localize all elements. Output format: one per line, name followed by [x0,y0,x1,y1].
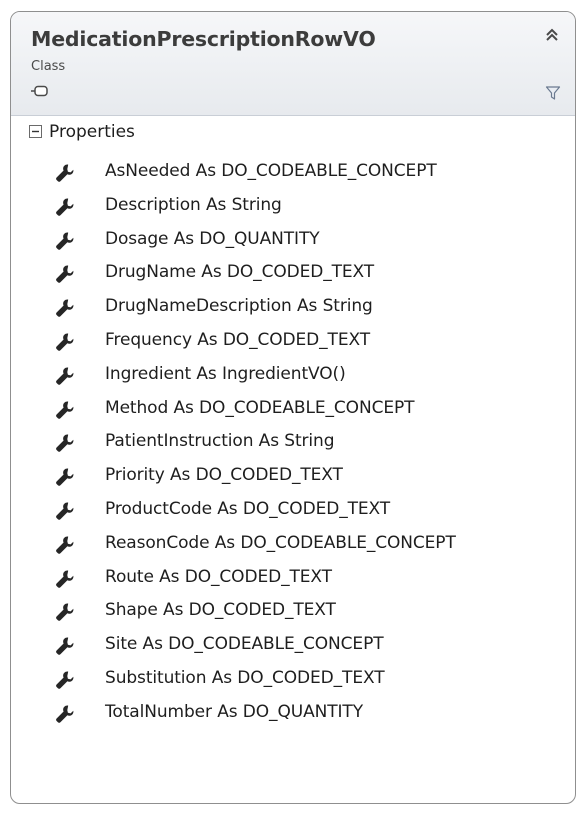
wrench-icon [56,705,74,723]
property-label: TotalNumber As DO_QUANTITY [105,701,363,722]
property-label: Dosage As DO_QUANTITY [105,228,320,249]
property-item[interactable]: Priority As DO_CODED_TEXT [11,460,575,494]
wrench-icon [56,164,74,182]
wrench-icon [56,502,74,520]
property-label: Priority As DO_CODED_TEXT [105,465,343,486]
class-shape-icon [31,85,48,97]
wrench-icon [56,434,74,453]
section-label: Properties [49,122,135,142]
wrench-icon [56,401,74,419]
property-item[interactable]: ReasonCode As DO_CODEABLE_CONCEPT [11,528,575,562]
double-chevron-up-icon[interactable] [543,26,561,44]
property-item[interactable]: AsNeeded As DO_CODEABLE_CONCEPT [11,156,575,190]
wrench-icon [56,299,74,318]
property-item[interactable]: DrugName As DO_CODED_TEXT [11,257,575,291]
property-label: Frequency As DO_CODED_TEXT [105,329,371,350]
property-label: Substitution As DO_CODED_TEXT [105,667,385,688]
property-label: DrugNameDescription As String [105,296,373,317]
class-name: MedicationPrescriptionRowVO [31,27,376,51]
wrench-icon [56,637,74,655]
wrench-icon [56,468,74,486]
property-item[interactable]: Dosage As DO_QUANTITY [11,224,575,258]
property-item[interactable]: Site As DO_CODEABLE_CONCEPT [11,629,575,663]
property-label: Method As DO_CODEABLE_CONCEPT [105,397,415,418]
property-label: Ingredient As IngredientVO() [105,363,346,384]
property-item[interactable]: Method As DO_CODEABLE_CONCEPT [11,393,575,427]
property-label: ReasonCode As DO_CODEABLE_CONCEPT [105,532,456,553]
property-item[interactable]: Route As DO_CODED_TEXT [11,562,575,596]
property-item[interactable]: TotalNumber As DO_QUANTITY [11,697,575,731]
property-label: ProductCode As DO_CODED_TEXT [105,498,391,519]
minus-box-icon[interactable] [29,125,42,138]
property-item[interactable]: Substitution As DO_CODED_TEXT [11,663,575,697]
wrench-icon [56,367,74,385]
property-item[interactable]: Shape As DO_CODED_TEXT [11,595,575,629]
property-label: Route As DO_CODED_TEXT [105,566,332,587]
wrench-icon [56,570,74,588]
wrench-icon [56,265,74,284]
property-item[interactable]: Frequency As DO_CODED_TEXT [11,325,575,359]
property-item[interactable]: ProductCode As DO_CODED_TEXT [11,494,575,528]
property-item[interactable]: Ingredient As IngredientVO() [11,359,575,393]
class-header[interactable]: MedicationPrescriptionRowVO Class [11,12,575,116]
class-stereotype: Class [31,59,66,74]
property-label: Shape As DO_CODED_TEXT [105,600,336,621]
wrench-icon [56,671,74,689]
property-label: AsNeeded As DO_CODEABLE_CONCEPT [105,161,437,181]
wrench-icon [56,198,74,216]
properties-list: AsNeeded As DO_CODEABLE_CONCEPT Descript… [11,156,575,731]
property-label: DrugName As DO_CODED_TEXT [105,262,375,283]
properties-section-header[interactable]: Properties [11,116,575,152]
class-shape[interactable]: MedicationPrescriptionRowVO Class Proper… [10,11,576,804]
property-label: Site As DO_CODEABLE_CONCEPT [105,634,384,655]
property-item[interactable]: PatientInstruction As String [11,426,575,460]
property-item[interactable]: Description As String [11,190,575,224]
wrench-icon [56,603,74,622]
property-label: Description As String [105,194,282,215]
property-item[interactable]: DrugNameDescription As String [11,291,575,325]
property-label: PatientInstruction As String [105,431,335,452]
wrench-icon [56,333,74,351]
wrench-icon [56,536,74,554]
wrench-icon [56,232,74,250]
filter-icon[interactable] [545,85,561,101]
